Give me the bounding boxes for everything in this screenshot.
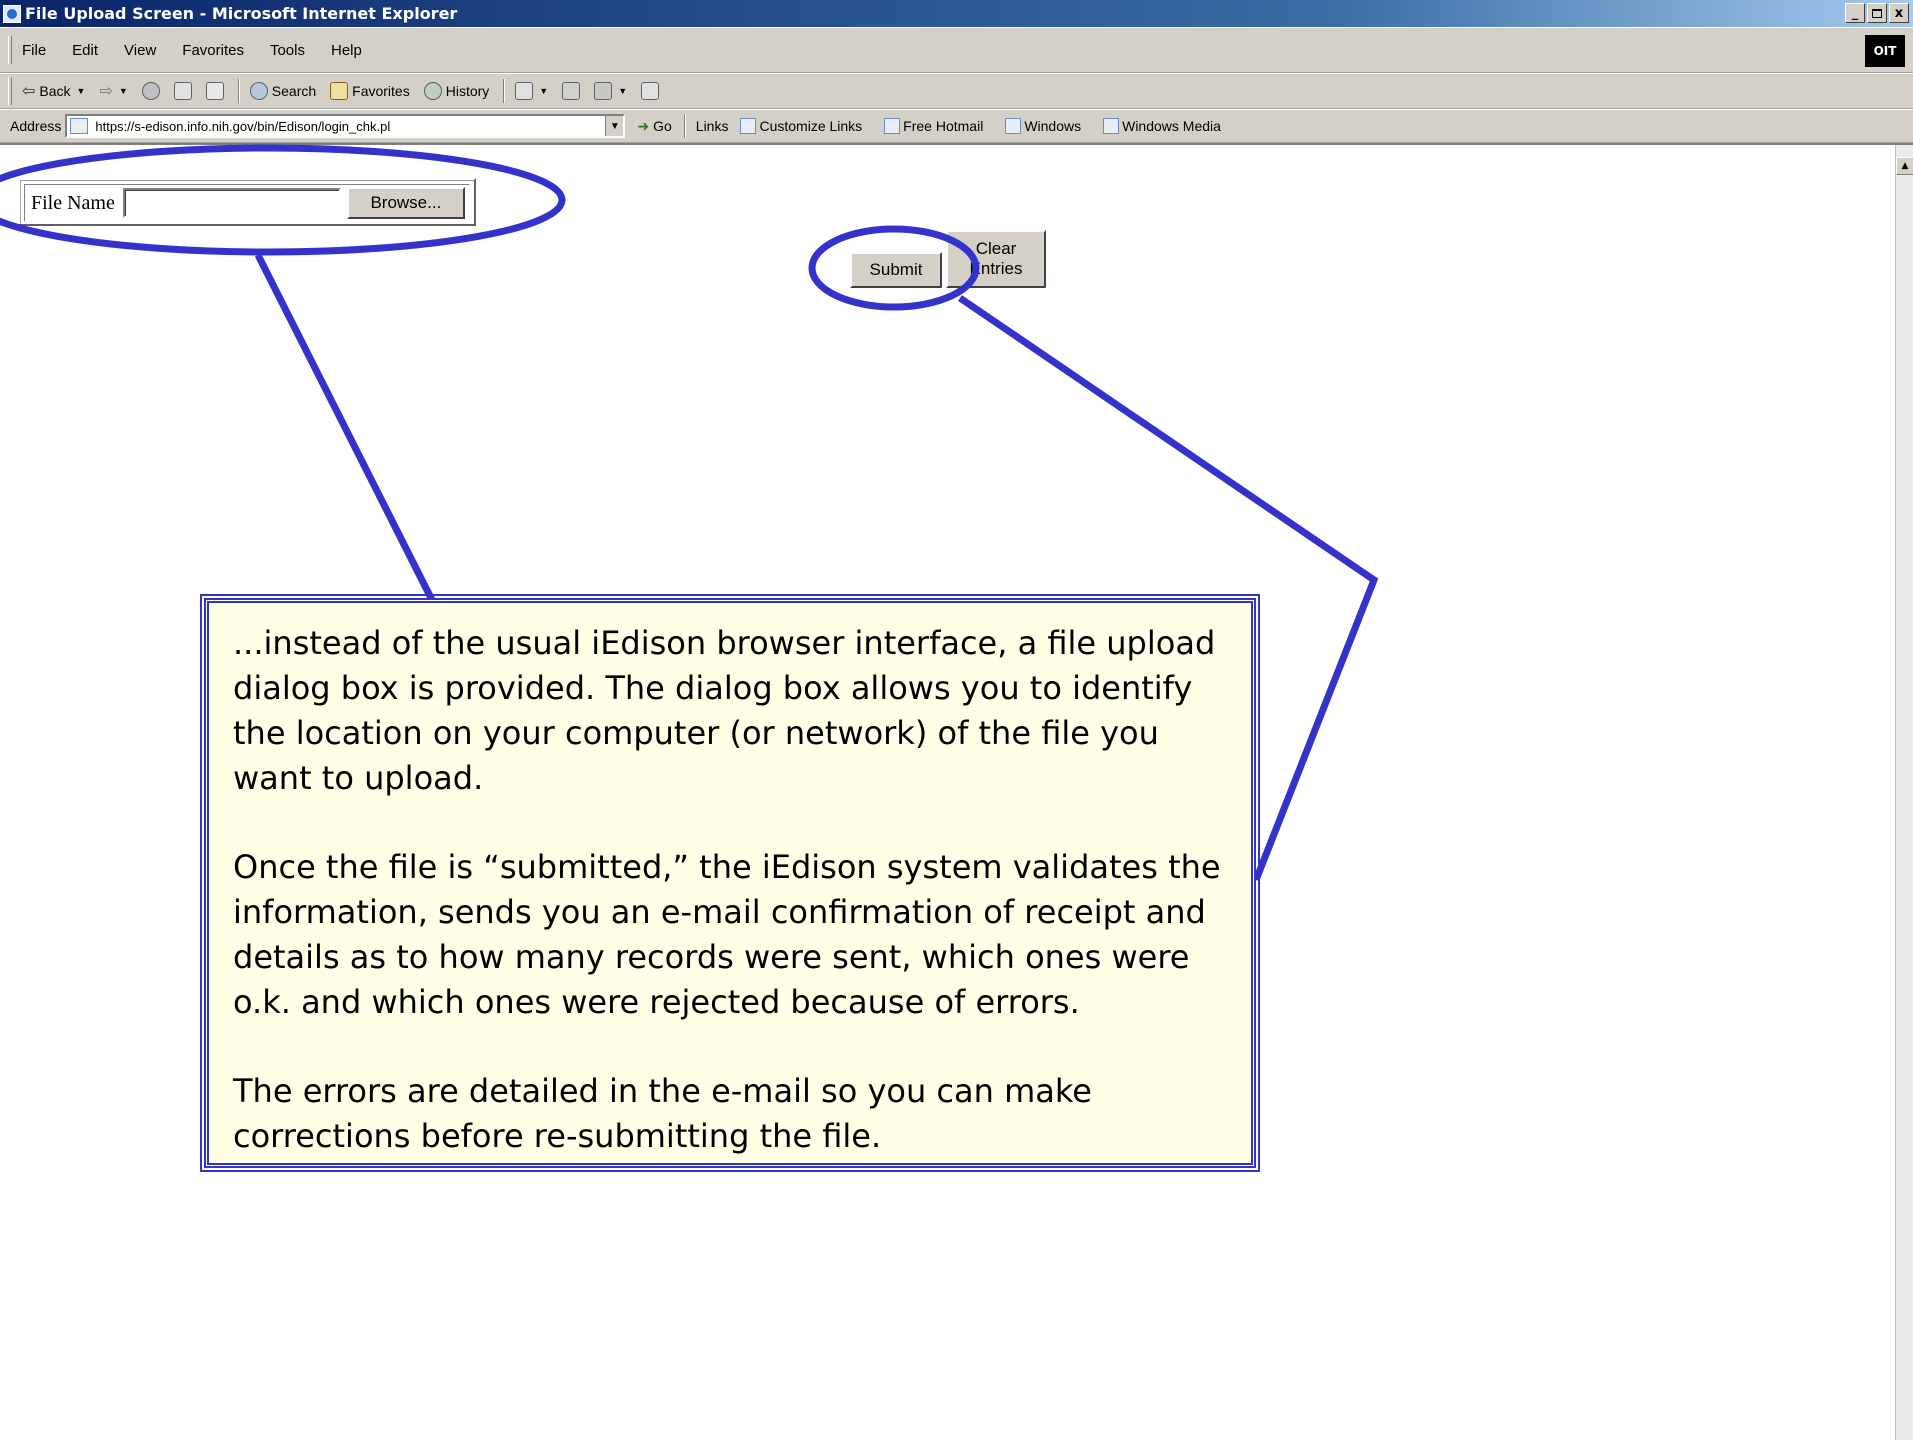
stop-icon [141, 82, 160, 100]
link-label: Customize Links [759, 118, 863, 134]
favorites-label: Favorites [352, 83, 410, 99]
toolbar-grip [8, 77, 12, 105]
clear-label-line2: Entries [969, 259, 1023, 278]
go-arrow-icon: ➜ [637, 117, 650, 134]
toolbar-separator [683, 114, 686, 138]
vertical-scrollbar[interactable]: ▲ [1895, 145, 1913, 1440]
refresh-button[interactable] [173, 82, 192, 100]
address-url: https://s-edison.info.nih.gov/bin/Edison… [95, 118, 391, 134]
back-arrow-icon: ⇦ [22, 83, 36, 100]
window-title: File Upload Screen - Microsoft Internet … [25, 4, 458, 23]
search-button[interactable]: Search [249, 82, 317, 100]
ie-app-icon [3, 4, 21, 23]
browse-button[interactable]: Browse... [346, 187, 465, 219]
callout-paragraph-1: ...instead of the usual iEdison browser … [233, 624, 1216, 797]
clear-label-line1: Clear [975, 238, 1017, 258]
window-controls: _ x [1845, 3, 1909, 23]
callout-paragraph-3: The errors are detailed in the e-mail so… [233, 1072, 1092, 1155]
go-button[interactable]: ➜ Go [637, 118, 671, 135]
link-windows-media[interactable]: Windows Media [1103, 118, 1221, 134]
maximize-icon [1872, 8, 1882, 18]
explanation-callout: ...instead of the usual iEdison browser … [200, 594, 1260, 1172]
address-input[interactable]: https://s-edison.info.nih.gov/bin/Edison… [65, 114, 626, 138]
forward-button[interactable]: ⇨ ▼ [99, 81, 127, 101]
favorites-button[interactable]: Favorites [330, 82, 410, 100]
mail-button[interactable]: ▼ [515, 82, 548, 100]
scroll-up-arrow-icon[interactable]: ▲ [1896, 157, 1913, 175]
toolbar-separator [503, 79, 506, 103]
title-bar: File Upload Screen - Microsoft Internet … [0, 0, 1913, 27]
minimize-button[interactable]: _ [1845, 3, 1865, 23]
close-button[interactable]: x [1889, 3, 1909, 23]
link-label: Windows [1024, 118, 1082, 134]
mail-icon [515, 82, 534, 100]
upload-form: File Name Browse... [18, 178, 476, 226]
stop-button[interactable] [141, 82, 160, 100]
search-icon [249, 82, 268, 100]
print-icon [562, 82, 581, 100]
favorites-icon [330, 82, 349, 100]
menu-favorites[interactable]: Favorites [182, 42, 244, 59]
file-name-label: File Name [31, 191, 115, 214]
dropdown-arrow-icon: ▼ [618, 86, 628, 96]
toolbar-separator [237, 79, 240, 103]
standard-toolbar: ⇦ Back ▼ ⇨ ▼ Search Favorites History ▼ … [0, 73, 1913, 109]
address-dropdown-icon[interactable]: ▼ [605, 116, 624, 136]
maximize-button[interactable] [1867, 3, 1887, 23]
search-label: Search [271, 83, 317, 99]
ie-page-icon [1005, 118, 1022, 134]
go-label: Go [653, 118, 672, 134]
history-label: History [445, 83, 490, 99]
upload-form-inner: File Name Browse... [24, 184, 470, 222]
menu-edit[interactable]: Edit [72, 42, 98, 59]
discuss-icon [641, 82, 660, 100]
ie-page-icon [740, 118, 757, 134]
link-customize-links[interactable]: Customize Links [740, 118, 862, 134]
edit-button[interactable]: ▼ [594, 82, 627, 100]
oit-logo: OIT [1865, 35, 1905, 67]
menu-file[interactable]: File [22, 42, 46, 59]
history-icon [423, 82, 442, 100]
link-free-hotmail[interactable]: Free Hotmail [884, 118, 983, 134]
callout-paragraph-2: Once the file is “submitted,” the iEdiso… [233, 848, 1221, 1021]
edit-icon [594, 82, 613, 100]
link-label: Free Hotmail [903, 118, 984, 134]
ie-page-icon [1103, 118, 1120, 134]
toolbar-grip [8, 36, 12, 64]
menu-bar: File Edit View Favorites Tools Help OIT [0, 27, 1913, 73]
link-windows[interactable]: Windows [1005, 118, 1081, 134]
history-button[interactable]: History [423, 82, 490, 100]
link-label: Windows Media [1122, 118, 1221, 134]
address-bar: Address https://s-edison.info.nih.gov/bi… [0, 109, 1913, 143]
home-button[interactable] [205, 82, 224, 100]
back-button[interactable]: ⇦ Back ▼ [22, 81, 85, 101]
print-button[interactable] [562, 82, 581, 100]
links-label[interactable]: Links [696, 118, 729, 134]
dropdown-arrow-icon: ▼ [76, 86, 86, 96]
menu-tools[interactable]: Tools [270, 42, 305, 59]
page-icon [70, 118, 89, 134]
back-label: Back [39, 83, 71, 99]
forward-arrow-icon: ⇨ [99, 83, 113, 100]
address-label: Address [10, 118, 62, 134]
discuss-button[interactable] [641, 82, 660, 100]
menu-help[interactable]: Help [331, 42, 362, 59]
menu-view[interactable]: View [124, 42, 156, 59]
clear-entries-button[interactable]: Clear Entries [946, 230, 1046, 288]
submit-button[interactable]: Submit [850, 252, 942, 288]
ie-page-icon [884, 118, 901, 134]
dropdown-arrow-icon: ▼ [118, 86, 128, 96]
home-icon [205, 82, 224, 100]
refresh-icon [173, 82, 192, 100]
browser-window: File Upload Screen - Microsoft Internet … [0, 0, 1913, 1440]
dropdown-arrow-icon: ▼ [539, 86, 549, 96]
file-name-input[interactable] [122, 188, 341, 218]
